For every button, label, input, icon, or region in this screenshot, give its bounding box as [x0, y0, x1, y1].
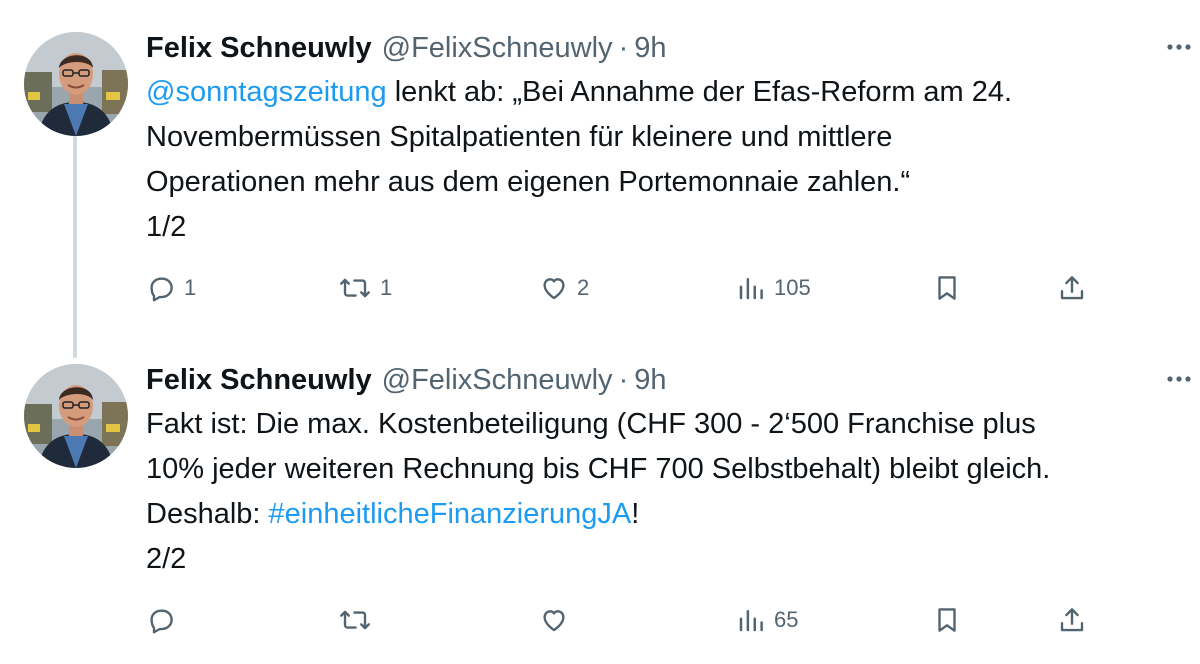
timestamp[interactable]: 9h	[634, 32, 666, 65]
more-horizontal-icon[interactable]	[1166, 366, 1192, 392]
bookmark-icon	[938, 276, 956, 300]
views-button[interactable]: 65	[736, 600, 798, 640]
like-count: 2	[577, 275, 590, 300]
separator-dot: ·	[618, 363, 629, 396]
views-button[interactable]: 105	[736, 268, 811, 308]
hashtag-link[interactable]: #einheitlicheFinanzierungJA	[269, 498, 632, 530]
mention-link[interactable]: @sonntagszeitung	[146, 76, 387, 108]
repost-count: 1	[380, 275, 393, 300]
share-icon	[1060, 608, 1084, 632]
text-fragment: Deshalb:	[146, 498, 269, 530]
views-icon	[739, 610, 763, 632]
views-count: 65	[774, 607, 799, 632]
like-button[interactable]: 2	[539, 268, 589, 308]
text-line: Deshalb: #einheitlicheFinanzierungJA!	[146, 492, 1186, 537]
bookmark-button[interactable]	[932, 600, 962, 640]
avatar[interactable]	[24, 364, 128, 468]
more-horizontal-icon[interactable]	[1166, 34, 1192, 60]
action-bar: 65	[146, 600, 1096, 640]
reply-icon	[150, 609, 173, 634]
tweet-header: Felix Schneuwly @FelixSchneuwly · 9h	[146, 360, 667, 400]
tweet-2[interactable]: Felix Schneuwly @FelixSchneuwly · 9h Fak…	[0, 360, 1200, 660]
views-count: 105	[774, 275, 811, 300]
avatar[interactable]	[24, 32, 128, 136]
text-fragment: !	[631, 498, 640, 530]
repost-button[interactable]	[338, 600, 380, 640]
text-line: Fakt ist: Die max. Kostenbeteiligung (CH…	[146, 408, 1036, 440]
reply-button[interactable]	[146, 600, 184, 640]
text-line: Operationen mehr aus dem eigenen Portemo…	[146, 166, 911, 198]
repost-icon	[340, 278, 370, 298]
author-handle[interactable]: @FelixSchneuwly	[382, 32, 613, 65]
tweet-1[interactable]: Felix Schneuwly @FelixSchneuwly · 9h @so…	[0, 28, 1200, 328]
thread-counter: 1/2	[146, 211, 187, 243]
share-button[interactable]	[1057, 268, 1087, 308]
views-icon	[739, 278, 763, 300]
like-icon	[543, 278, 565, 300]
share-button[interactable]	[1057, 600, 1087, 640]
tweet-text: Fakt ist: Die max. Kostenbeteiligung (CH…	[146, 402, 1186, 582]
tweet-text: @sonntagszeitung lenkt ab: „Bei Annahme …	[146, 70, 1186, 250]
reply-count: 1	[184, 275, 197, 300]
repost-button[interactable]: 1	[338, 268, 392, 308]
author-handle[interactable]: @FelixSchneuwly	[382, 364, 613, 397]
bookmark-button[interactable]	[932, 268, 962, 308]
bookmark-icon	[938, 608, 956, 632]
text-fragment: lenkt ab: „Bei Annahme der Efas-Reform a…	[386, 76, 1013, 108]
thread-counter: 2/2	[146, 543, 187, 575]
separator-dot: ·	[618, 31, 629, 64]
tweet-header: Felix Schneuwly @FelixSchneuwly · 9h	[146, 28, 667, 68]
author-name[interactable]: Felix Schneuwly	[146, 32, 372, 65]
like-icon	[543, 610, 565, 632]
reply-icon	[150, 277, 173, 302]
like-button[interactable]	[539, 600, 577, 640]
author-name[interactable]: Felix Schneuwly	[146, 364, 372, 397]
share-icon	[1060, 276, 1084, 300]
repost-icon	[340, 610, 370, 630]
text-line: 10% jeder weiteren Rechnung bis CHF 700 …	[146, 453, 1051, 485]
action-bar: 1 1 2 105	[146, 268, 1096, 308]
text-line: Novembermüssen Spitalpatienten für klein…	[146, 121, 893, 153]
text-line: @sonntagszeitung lenkt ab: „Bei Annahme …	[146, 70, 1186, 115]
timestamp[interactable]: 9h	[634, 364, 666, 397]
reply-button[interactable]: 1	[146, 268, 196, 308]
